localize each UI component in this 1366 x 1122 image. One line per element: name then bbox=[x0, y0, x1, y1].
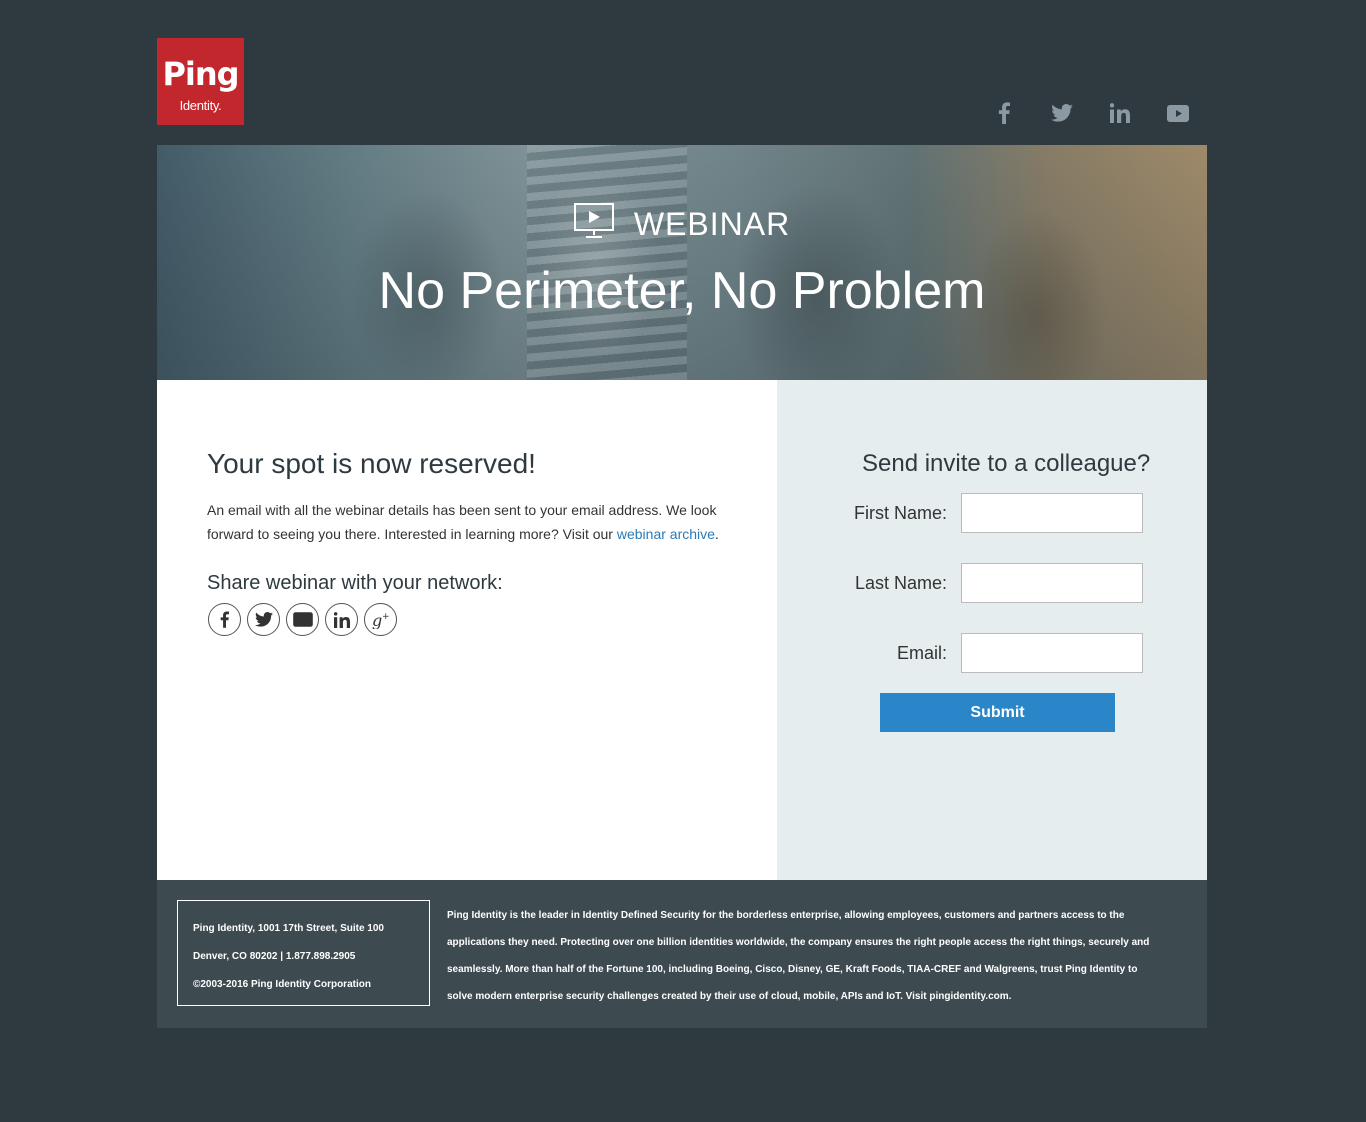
first-name-label: First Name: bbox=[853, 503, 947, 523]
last-name-row: Last Name: bbox=[777, 563, 1207, 603]
webinar-title: No Perimeter, No Problem bbox=[378, 262, 986, 320]
share-linkedin-icon[interactable] bbox=[325, 603, 358, 636]
first-name-field[interactable] bbox=[961, 493, 1143, 533]
webinar-label-row: WEBINAR bbox=[157, 203, 1207, 244]
facebook-icon[interactable] bbox=[975, 98, 1033, 128]
share-facebook-icon[interactable] bbox=[208, 603, 241, 636]
main-content: Your spot is now reserved! An email with… bbox=[157, 380, 1207, 880]
company-about-text: Ping Identity is the leader in Identity … bbox=[447, 910, 1150, 1002]
company-address-box: Ping Identity, 1001 17th Street, Suite 1… bbox=[177, 900, 430, 1006]
share-heading: Share webinar with your network: bbox=[207, 572, 503, 594]
last-name-field[interactable] bbox=[961, 563, 1143, 603]
share-twitter-icon[interactable] bbox=[247, 603, 280, 636]
invite-heading: Send invite to a colleague? bbox=[862, 450, 1151, 477]
ping-identity-logo[interactable]: Ping Identity. bbox=[157, 38, 244, 125]
address-line-2: Denver, CO 80202 | 1.877.898.2905 bbox=[193, 951, 356, 962]
webinar-monitor-icon bbox=[573, 203, 614, 244]
share-buttons: g + bbox=[208, 603, 397, 636]
address-line-1: Ping Identity, 1001 17th Street, Suite 1… bbox=[193, 923, 384, 934]
webinar-archive-link[interactable]: webinar archive bbox=[617, 526, 715, 542]
share-email-icon[interactable] bbox=[286, 603, 319, 636]
header-social-links bbox=[975, 98, 1207, 128]
svg-text:g: g bbox=[372, 611, 382, 629]
footer: Ping Identity, 1001 17th Street, Suite 1… bbox=[157, 880, 1207, 1028]
svg-text:+: + bbox=[382, 612, 390, 622]
invite-panel: Send invite to a colleague? First Name: … bbox=[777, 380, 1207, 880]
copyright: ©2003-2016 Ping Identity Corporation bbox=[193, 979, 371, 990]
hero-banner: WEBINAR No Perimeter, No Problem bbox=[157, 145, 1207, 380]
confirmation-text-end: . bbox=[714, 526, 719, 542]
submit-button[interactable]: Submit bbox=[880, 693, 1115, 732]
email-label: Email: bbox=[896, 643, 947, 663]
email-row: Email: bbox=[777, 633, 1207, 673]
logo-main-text: Ping bbox=[162, 55, 239, 93]
logo-sub-text: Identity. bbox=[179, 98, 222, 113]
confirmation-heading: Your spot is now reserved! bbox=[207, 448, 536, 479]
confirmation-message: An email with all the webinar details ha… bbox=[207, 498, 737, 546]
webinar-label: WEBINAR bbox=[633, 205, 791, 242]
first-name-row: First Name: bbox=[777, 493, 1207, 533]
email-field[interactable] bbox=[961, 633, 1143, 673]
twitter-icon[interactable] bbox=[1033, 98, 1091, 128]
last-name-label: Last Name: bbox=[854, 573, 947, 593]
share-google-plus-icon[interactable]: g + bbox=[364, 603, 397, 636]
confirmation-panel: Your spot is now reserved! An email with… bbox=[157, 380, 777, 880]
linkedin-icon[interactable] bbox=[1091, 98, 1149, 128]
youtube-icon[interactable] bbox=[1149, 98, 1207, 128]
